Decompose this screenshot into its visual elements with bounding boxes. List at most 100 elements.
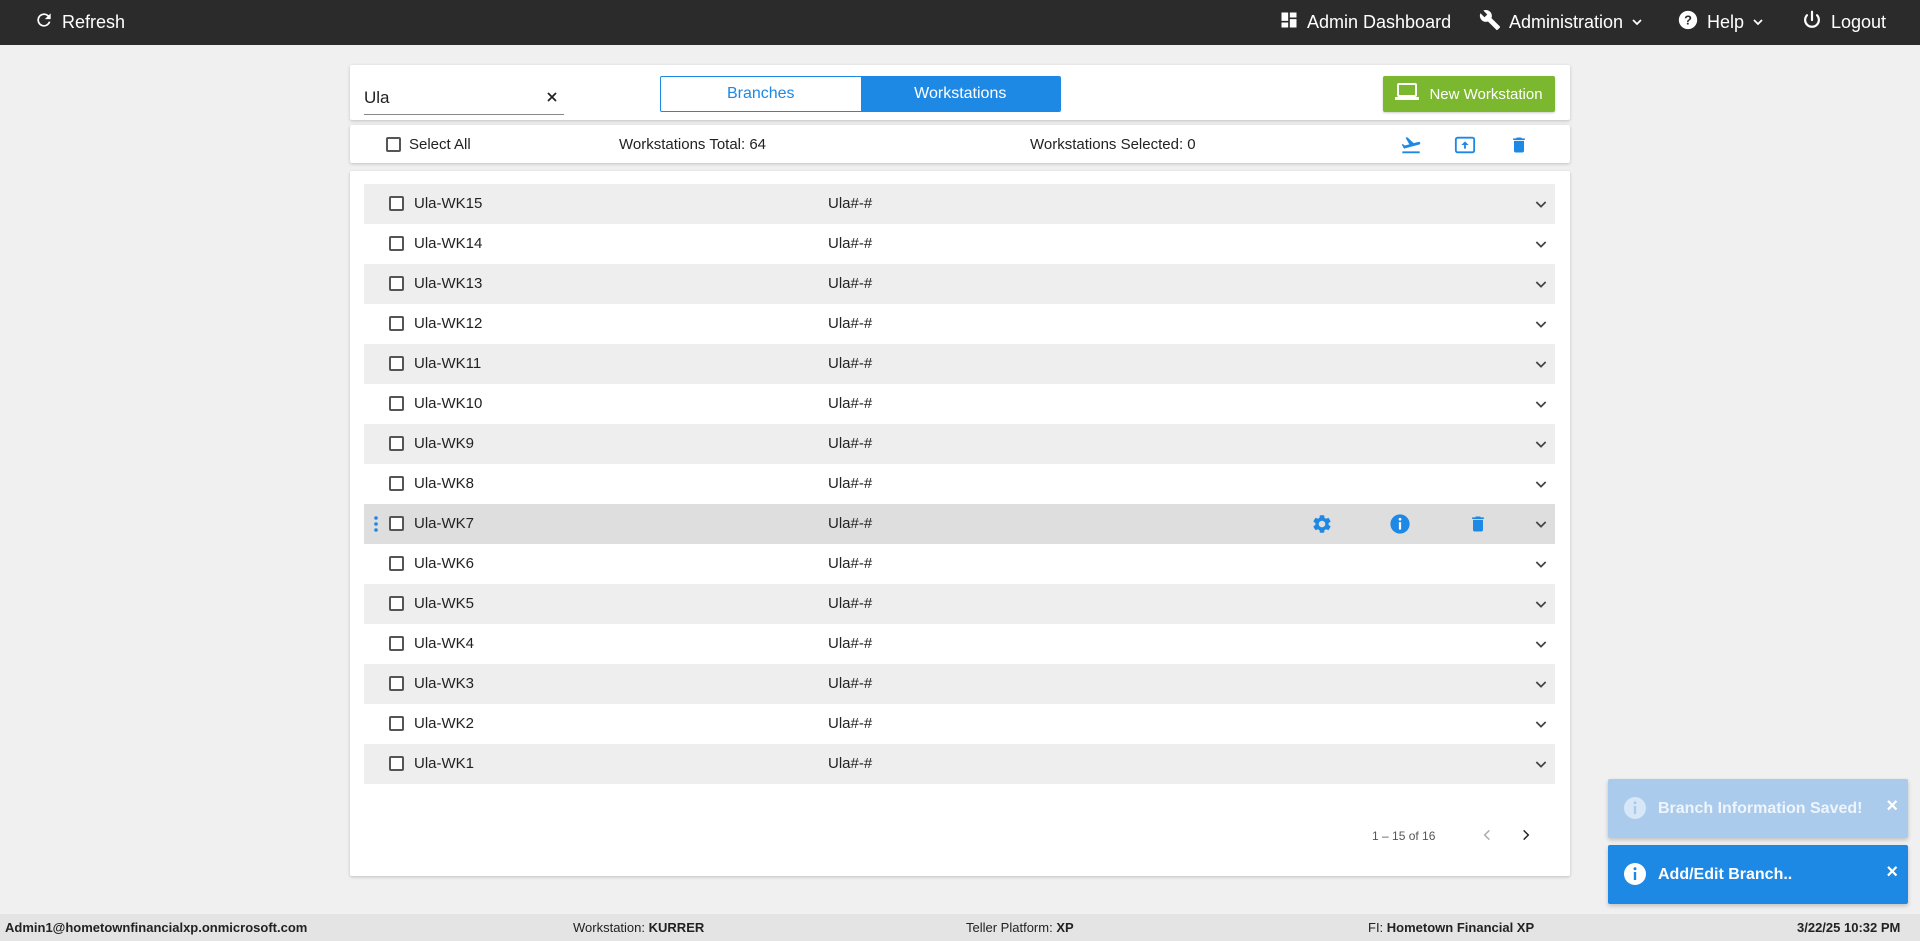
chevron-down-icon[interactable] — [1533, 516, 1549, 532]
chevron-down-icon[interactable] — [1533, 316, 1549, 332]
refresh-button[interactable]: Refresh — [34, 0, 125, 45]
table-row[interactable]: Ula-WK1 Ula#-# — [364, 744, 1555, 784]
chevron-down-icon[interactable] — [1533, 756, 1549, 772]
admin-dashboard-label: Admin Dashboard — [1307, 12, 1452, 32]
admin-dashboard-link[interactable]: Admin Dashboard — [1279, 0, 1451, 45]
dashboard-icon — [1279, 10, 1299, 35]
chevron-down-icon[interactable] — [1533, 276, 1549, 292]
row-checkbox[interactable] — [389, 756, 404, 771]
workstation-name: Ula-WK6 — [414, 555, 475, 572]
tab-workstations[interactable]: Workstations — [860, 77, 1060, 111]
close-icon[interactable] — [544, 89, 560, 105]
chevron-left-icon[interactable] — [1475, 823, 1499, 847]
table-row[interactable]: Ula-WK10 Ula#-# — [364, 384, 1555, 424]
row-checkbox[interactable] — [389, 396, 404, 411]
table-row[interactable]: Ula-WK13 Ula#-# — [364, 264, 1555, 304]
select-all-checkbox[interactable] — [386, 136, 401, 152]
info-icon — [1623, 862, 1647, 886]
chevron-right-icon[interactable] — [1514, 823, 1538, 847]
chevron-down-icon[interactable] — [1533, 476, 1549, 492]
row-checkbox[interactable] — [389, 436, 404, 451]
toast-add-edit-branch: Add/Edit Branch.. × — [1608, 845, 1908, 904]
administration-menu[interactable]: Administration — [1479, 0, 1643, 45]
logout-label: Logout — [1831, 12, 1887, 32]
footer-platform: Teller Platform: XP — [966, 920, 1074, 935]
workstation-name: Ula-WK5 — [414, 595, 475, 612]
chevron-down-icon[interactable] — [1533, 716, 1549, 732]
close-icon[interactable]: × — [1886, 861, 1898, 884]
row-checkbox[interactable] — [389, 356, 404, 371]
table-row[interactable]: Ula-WK11 Ula#-# — [364, 344, 1555, 384]
table-row[interactable]: Ula-WK14 Ula#-# — [364, 224, 1555, 264]
view-toggle: Branches Workstations — [660, 76, 1061, 112]
row-checkbox[interactable] — [389, 196, 404, 211]
workstation-code: Ula#-# — [828, 675, 873, 692]
row-checkbox[interactable] — [389, 636, 404, 651]
toolbar-panel: Branches Workstations New Workstation — [350, 65, 1570, 120]
row-checkbox[interactable] — [389, 596, 404, 611]
status-footer: Admin1@hometownfinancialxp.onmicrosoft.c… — [0, 914, 1920, 941]
help-label: Help — [1707, 12, 1745, 32]
tab-branches[interactable]: Branches — [661, 77, 861, 111]
help-menu[interactable]: ? Help — [1677, 0, 1764, 45]
chevron-down-icon[interactable] — [1533, 596, 1549, 612]
chevron-down-icon — [1631, 12, 1643, 33]
chevron-down-icon[interactable] — [1533, 236, 1549, 252]
summary-bar: Select All Workstations Total: 64 Workst… — [350, 125, 1570, 163]
footer-user: Admin1@hometownfinancialxp.onmicrosoft.c… — [5, 920, 308, 935]
workstations-total: Workstations Total: 64 — [619, 135, 767, 153]
wrench-icon — [1479, 9, 1501, 36]
row-checkbox[interactable] — [389, 716, 404, 731]
logout-button[interactable]: Logout — [1801, 0, 1886, 45]
chevron-down-icon[interactable] — [1533, 356, 1549, 372]
table-row[interactable]: Ula-WK12 Ula#-# — [364, 304, 1555, 344]
search-input[interactable] — [364, 83, 534, 113]
chevron-down-icon[interactable] — [1533, 556, 1549, 572]
settings-icon[interactable] — [1310, 512, 1334, 536]
info-icon[interactable] — [1388, 512, 1412, 536]
row-checkbox[interactable] — [389, 276, 404, 291]
info-icon — [1623, 796, 1647, 820]
chevron-down-icon[interactable] — [1533, 436, 1549, 452]
chevron-down-icon[interactable] — [1533, 676, 1549, 692]
table-row[interactable]: Ula-WK4 Ula#-# — [364, 624, 1555, 664]
chevron-down-icon — [1752, 12, 1764, 33]
workstation-code: Ula#-# — [828, 475, 873, 492]
table-row[interactable]: Ula-WK15 Ula#-# — [364, 184, 1555, 224]
table-row[interactable]: Ula-WK8 Ula#-# — [364, 464, 1555, 504]
row-checkbox[interactable] — [389, 516, 404, 531]
table-row[interactable]: Ula-WK9 Ula#-# — [364, 424, 1555, 464]
workstation-name: Ula-WK1 — [414, 755, 475, 772]
table-row[interactable]: Ula-WK7 Ula#-# — [364, 504, 1555, 544]
table-row[interactable]: Ula-WK5 Ula#-# — [364, 584, 1555, 624]
row-checkbox[interactable] — [389, 676, 404, 691]
workstation-name: Ula-WK7 — [414, 515, 475, 532]
drag-handle-icon[interactable] — [373, 514, 379, 534]
chevron-down-icon[interactable] — [1533, 196, 1549, 212]
chevron-down-icon[interactable] — [1533, 396, 1549, 412]
close-icon[interactable]: × — [1886, 795, 1898, 818]
table-row[interactable]: Ula-WK3 Ula#-# — [364, 664, 1555, 704]
chevron-down-icon[interactable] — [1533, 636, 1549, 652]
workstation-code: Ula#-# — [828, 235, 873, 252]
row-checkbox[interactable] — [389, 236, 404, 251]
flight-takeoff-icon[interactable] — [1398, 132, 1424, 158]
delete-icon[interactable] — [1506, 132, 1532, 158]
workstation-code: Ula#-# — [828, 515, 873, 532]
workstation-name: Ula-WK3 — [414, 675, 475, 692]
table-row[interactable]: Ula-WK6 Ula#-# — [364, 544, 1555, 584]
toast-saved-text: Branch Information Saved! — [1658, 800, 1863, 817]
select-all[interactable]: Select All — [386, 125, 471, 163]
row-checkbox[interactable] — [389, 556, 404, 571]
new-workstation-button[interactable]: New Workstation — [1383, 76, 1555, 112]
laptop-icon — [1395, 83, 1420, 105]
table-row[interactable]: Ula-WK2 Ula#-# — [364, 704, 1555, 744]
delete-icon[interactable] — [1466, 512, 1490, 536]
help-icon: ? — [1677, 9, 1699, 36]
top-bar: Refresh Admin Dashboard Administration ?… — [0, 0, 1920, 45]
workstation-name: Ula-WK9 — [414, 435, 475, 452]
row-checkbox[interactable] — [389, 316, 404, 331]
workstation-code: Ula#-# — [828, 555, 873, 572]
upload-icon[interactable] — [1452, 132, 1478, 158]
row-checkbox[interactable] — [389, 476, 404, 491]
